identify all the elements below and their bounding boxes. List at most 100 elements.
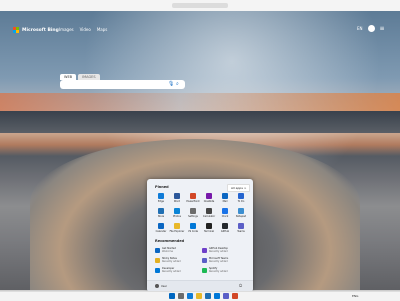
- app-icon: [158, 193, 164, 199]
- app-icon: [238, 223, 244, 229]
- recommended-text: GitHub Desktop Recently added: [209, 247, 228, 253]
- pinned-app[interactable]: Calculator: [201, 208, 217, 220]
- app-label: Calculator: [202, 215, 216, 218]
- recommended-sub: Recently added: [162, 260, 181, 263]
- app-icon: [206, 223, 212, 229]
- recommended-item[interactable]: GitHub Desktop Recently added: [202, 247, 249, 253]
- app-label: Clock: [221, 215, 229, 218]
- user-avatar: [155, 284, 159, 288]
- microphone-icon[interactable]: 🎙: [168, 81, 174, 87]
- app-label: Store: [157, 215, 165, 218]
- app-icon: [190, 208, 196, 214]
- all-apps-button[interactable]: All apps >: [227, 184, 251, 192]
- pinned-app[interactable]: Word: [169, 193, 185, 205]
- app-label: Calendar: [155, 230, 167, 233]
- app-label: VS Code: [187, 230, 199, 233]
- pinned-app[interactable]: Store: [153, 208, 169, 220]
- pinned-apps: Edge Word PowerPoint OneNote Mail To Do Store P…: [153, 193, 249, 235]
- pinned-app[interactable]: To Do: [233, 193, 249, 205]
- pinned-app[interactable]: Terminal: [201, 223, 217, 235]
- app-icon: [238, 208, 244, 214]
- taskbar-app-icon[interactable]: [223, 293, 229, 299]
- app-icon: [222, 193, 228, 199]
- recommended-item[interactable]: Sticky Notes Recently added: [155, 257, 202, 263]
- pinned-app[interactable]: Clock: [217, 208, 233, 220]
- system-tray[interactable]: ENG: [352, 294, 358, 298]
- app-icon: [174, 208, 180, 214]
- recommended-text: Developer Recently added: [162, 267, 181, 273]
- taskbar-app-icon[interactable]: [214, 293, 220, 299]
- app-label: GitHub: [220, 230, 230, 233]
- pinned-title: Pinned: [155, 185, 169, 189]
- address-bar[interactable]: [172, 3, 228, 8]
- nav-maps[interactable]: Maps: [97, 27, 108, 32]
- pinned-app[interactable]: File Explorer: [169, 223, 185, 235]
- app-label: Teams: [237, 230, 245, 233]
- app-label: Photos: [172, 215, 182, 218]
- app-icon: [206, 193, 212, 199]
- recommended-item[interactable]: Spotify Recently added: [202, 267, 249, 273]
- start-menu: Pinned All apps > Edge Word PowerPoint OneN…: [147, 179, 253, 292]
- pinned-app[interactable]: Photos: [169, 208, 185, 220]
- pinned-app[interactable]: Notepad: [233, 208, 249, 220]
- app-label: PowerPoint: [186, 200, 200, 203]
- taskbar-app-icon[interactable]: [187, 293, 193, 299]
- language-selector[interactable]: EN: [357, 26, 363, 31]
- app-label: Word: [173, 200, 181, 203]
- pinned-app[interactable]: Edge: [153, 193, 169, 205]
- background-mountains: [0, 111, 400, 133]
- power-icon[interactable]: ⏻: [239, 283, 242, 288]
- recommended-item[interactable]: Microsoft Teams Recently added: [202, 257, 249, 263]
- user-name: User: [161, 284, 167, 288]
- recommended-list: Get Started Welcome GitHub Desktop Recently…: [155, 247, 249, 273]
- app-icon: [238, 193, 244, 199]
- pinned-app[interactable]: OneNote: [201, 193, 217, 205]
- recommended-sub: Recently added: [209, 270, 228, 273]
- search-input[interactable]: 🎙 ⌕: [60, 80, 185, 89]
- pinned-app[interactable]: GitHub: [217, 223, 233, 235]
- pinned-app[interactable]: Calendar: [153, 223, 169, 235]
- header-right: EN ≡: [357, 25, 385, 32]
- nav-images[interactable]: Images: [59, 27, 74, 32]
- avatar[interactable]: [367, 25, 375, 32]
- recommended-icon: [202, 257, 207, 263]
- app-icon: [174, 223, 180, 229]
- recommended-sub: Welcome: [162, 250, 173, 253]
- bing-nav: Images Video Maps: [59, 27, 107, 32]
- app-icon: [222, 208, 228, 214]
- recommended-item[interactable]: Get Started Welcome: [155, 247, 202, 253]
- taskbar-app-icon[interactable]: [232, 293, 238, 299]
- pinned-app[interactable]: VS Code: [185, 223, 201, 235]
- recommended-sub: Recently added: [162, 270, 181, 273]
- nav-video[interactable]: Video: [80, 27, 91, 32]
- start-button-icon[interactable]: [169, 293, 175, 299]
- taskbar-app-icon[interactable]: [196, 293, 202, 299]
- taskbar-app-icon[interactable]: [205, 293, 211, 299]
- app-icon: [190, 193, 196, 199]
- user-account[interactable]: User: [155, 284, 167, 288]
- recommended-text: Sticky Notes Recently added: [162, 257, 181, 263]
- app-icon: [158, 223, 164, 229]
- app-label: Edge: [157, 200, 165, 203]
- app-icon: [206, 208, 212, 214]
- pinned-app[interactable]: Settings: [185, 208, 201, 220]
- recommended-title: Recommended: [155, 239, 185, 243]
- menu-icon[interactable]: ≡: [380, 25, 385, 32]
- pinned-app[interactable]: Teams: [233, 223, 249, 235]
- app-label: OneNote: [203, 200, 215, 203]
- pinned-app[interactable]: Mail: [217, 193, 233, 205]
- app-icon: [158, 208, 164, 214]
- microsoft-logo-icon: [13, 27, 19, 33]
- search-icon[interactable]: ⌕: [176, 81, 179, 87]
- taskbar-app-icon[interactable]: [178, 293, 184, 299]
- recommended-sub: Recently added: [209, 260, 228, 263]
- recommended-icon: [202, 247, 207, 253]
- pinned-app[interactable]: PowerPoint: [185, 193, 201, 205]
- app-label: Settings: [188, 215, 198, 218]
- bing-logo[interactable]: Microsoft Bing: [13, 27, 59, 33]
- recommended-icon: [202, 267, 207, 273]
- recommended-item[interactable]: Developer Recently added: [155, 267, 202, 273]
- app-icon: [222, 223, 228, 229]
- recommended-text: Spotify Recently added: [209, 267, 228, 273]
- recommended-sub: Recently added: [209, 250, 228, 253]
